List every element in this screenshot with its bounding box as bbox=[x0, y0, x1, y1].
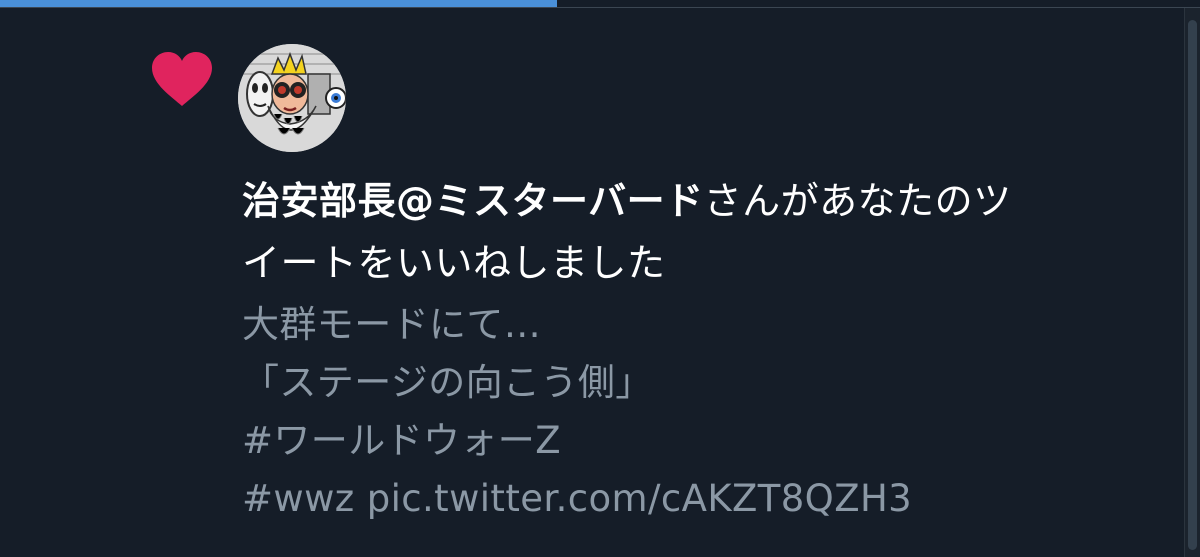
loading-progress-bar bbox=[0, 0, 1200, 8]
scrollbar-thumb[interactable] bbox=[1188, 20, 1197, 550]
tweet-link-line: #wwz pic.twitter.com/cAKZT8QZH3 bbox=[242, 477, 913, 520]
tweet-line: 「ステージの向こう側」 bbox=[242, 361, 653, 404]
loading-progress-fill bbox=[0, 0, 557, 7]
notification-headline: 治安部長@ミスターバードさんがあなたのツ イートをいいねしました bbox=[242, 170, 1142, 294]
notification-text: 治安部長@ミスターバードさんがあなたのツ イートをいいねしました 大群モードにて… bbox=[242, 170, 1142, 528]
tweet-line: 大群モードにて… bbox=[242, 303, 542, 346]
user-avatar[interactable] bbox=[238, 44, 346, 152]
avatar-illustration bbox=[238, 44, 346, 152]
heart-icon bbox=[152, 52, 212, 106]
liked-tweet-preview[interactable]: 大群モードにて… 「ステージの向こう側」 #ワールドウォーZ #wwz pic.… bbox=[242, 296, 1142, 528]
tweet-hashtag-line: #ワールドウォーZ bbox=[242, 419, 561, 462]
action-text-line2: イートをいいねしました bbox=[242, 241, 666, 285]
user-name-link[interactable]: 治安部長@ミスターバード bbox=[242, 179, 704, 223]
vertical-scrollbar[interactable] bbox=[1184, 8, 1200, 557]
action-text-line1: さんがあなたのツ bbox=[703, 179, 1012, 223]
notification-screen: 治安部長@ミスターバードさんがあなたのツ イートをいいねしました 大群モードにて… bbox=[0, 0, 1200, 557]
